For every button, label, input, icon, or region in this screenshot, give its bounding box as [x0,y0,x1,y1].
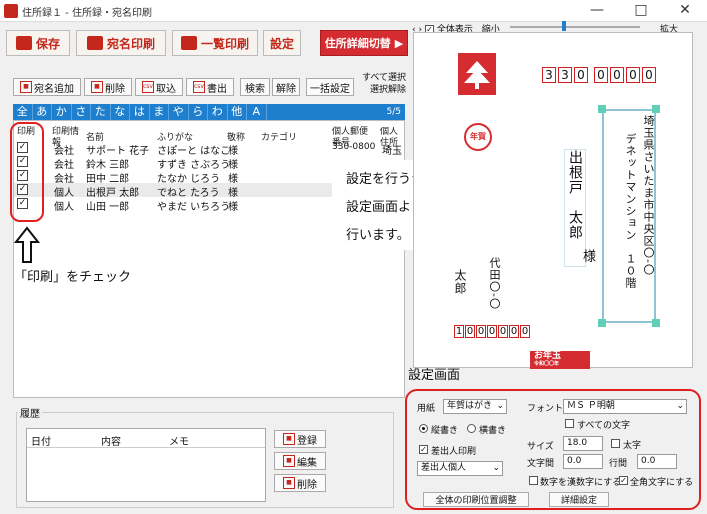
history-register-button[interactable]: ■ 登録 [274,430,326,448]
detail-toggle-button[interactable]: 住所詳細切替 ▶ [320,30,408,56]
delete-icon: ■ [283,477,295,489]
csv-export-icon: csv [193,81,205,93]
close-button[interactable]: ✕ [663,0,707,22]
history-delete-button[interactable]: ■ 削除 [274,474,326,492]
index-tab[interactable]: あ [33,104,52,120]
minimize-button[interactable]: — [575,0,619,22]
export-button[interactable]: csv 書出 [186,78,234,96]
table-row[interactable]: ✓ 会社 サポート 花子 さぽーと はなこ 様 330-0800 埼玉 [14,141,404,157]
history-col-memo: メモ [169,437,189,448]
up-arrow-icon [14,226,40,263]
window-title: 住所録１ - 住所録・宛名印刷 [22,8,152,19]
stamp-image [458,53,496,95]
resize-handle[interactable] [598,319,606,327]
index-tab-bar: 全 あ か さ た な は ま や ら わ 他 A 5/5 [13,104,405,120]
search-button[interactable]: 検索 [240,78,270,96]
settings-button[interactable]: 設定 [263,30,301,56]
bulk-settings-button[interactable]: 一括設定 [306,78,354,96]
zip-code-boxes: 3 3 0 0 0 0 0 [542,67,656,83]
list-print-button[interactable]: 一覧印刷 [172,30,258,56]
edit-icon: ■ [283,455,295,467]
history-title: 履歴 [18,405,42,420]
select-all-link[interactable]: すべて選択 [358,72,406,84]
app-icon [4,4,18,18]
play-icon: ▶ [394,36,404,50]
instruction-line-3: 行います。 [346,228,410,243]
add-address-button[interactable]: ■ 宛名追加 [13,78,81,96]
check-print-note: 「印刷」をチェック [14,270,132,285]
resize-handle[interactable] [598,105,606,113]
index-tab[interactable]: A [247,104,267,120]
postcard-preview: 3 3 0 0 0 0 0 年賀 埼玉県さいたま市中央区〇-〇 デネットマンショ… [413,32,693,369]
zoom-slider-thumb[interactable] [562,21,566,31]
person-icon: ■ [20,81,32,93]
printer-icon [86,36,103,50]
index-tab[interactable]: か [52,104,72,120]
trash-icon: ■ [91,81,103,93]
history-list[interactable]: 日付 内容 メモ [26,428,266,502]
index-tab[interactable]: な [111,104,130,120]
history-col-date: 日付 [31,437,51,448]
save-icon [15,36,32,50]
sender-zip-boxes: 1 0 0 0 0 0 0 [454,325,530,338]
register-icon: ■ [283,433,295,445]
page-count: 5/5 [386,107,401,117]
recipient-honorific: 様 [580,249,595,263]
index-tab[interactable]: ま [150,104,169,120]
index-tab[interactable]: さ [72,104,91,120]
import-button[interactable]: csv 取込 [135,78,183,96]
history-col-content: 内容 [101,437,121,448]
resize-handle[interactable] [652,319,660,327]
sender-address: 代田〇-〇 [488,257,501,310]
index-tab[interactable]: た [91,104,111,120]
recipient-building: デネットマンション １０階 [624,133,637,289]
index-tab[interactable]: 全 [13,104,33,120]
recipient-address: 埼玉県さいたま市中央区〇-〇 [642,115,655,276]
index-tab[interactable]: や [169,104,189,120]
index-tab[interactable]: 他 [228,104,247,120]
delete-address-button[interactable]: ■ 削除 [84,78,132,96]
index-tab[interactable]: は [130,104,150,120]
new-year-mark: 年賀 [464,123,492,151]
print-address-button[interactable]: 宛名印刷 [76,30,166,56]
maximize-button[interactable]: □ [619,0,663,22]
save-button[interactable]: 保存 [6,30,70,56]
settings-highlight [405,389,701,510]
list-icon [180,36,197,50]
clear-button[interactable]: 解除 [272,78,300,96]
title-bar: 住所録１ - 住所録・宛名印刷 — □ ✕ [0,0,707,22]
index-tab[interactable]: わ [208,104,228,120]
zoom-slider[interactable] [510,26,640,28]
otoshidama-banner: お年玉 令和〇〇年 [530,351,590,369]
deselect-link[interactable]: 選択解除 [358,84,406,96]
print-column-highlight [10,122,44,222]
index-tab[interactable]: ら [189,104,208,120]
resize-handle[interactable] [652,105,660,113]
history-edit-button[interactable]: ■ 編集 [274,452,326,470]
sender-name: 太郎 [453,269,467,295]
csv-import-icon: csv [142,81,154,93]
settings-caption: 設定画面 [408,368,461,383]
